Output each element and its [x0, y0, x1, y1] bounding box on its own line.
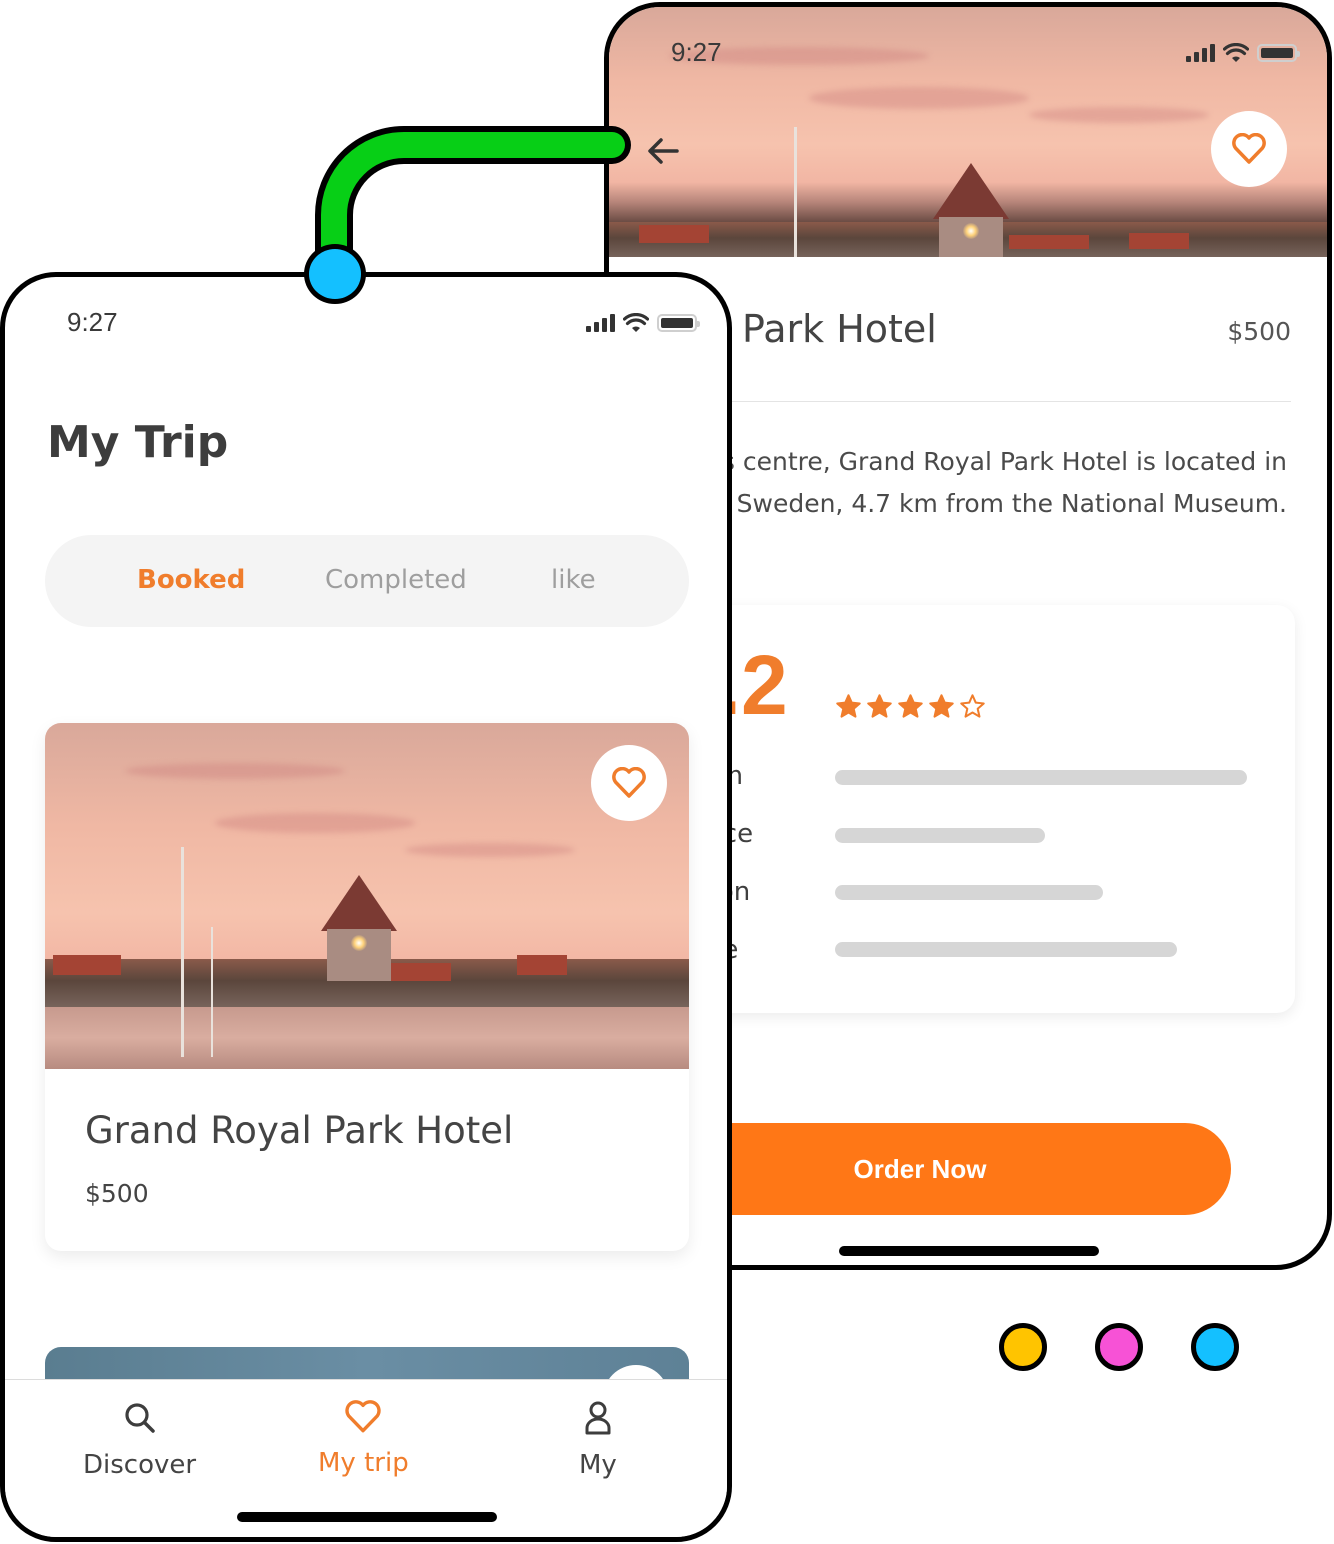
- cloud: [1029, 107, 1209, 123]
- cloud: [809, 87, 1029, 109]
- tab-like[interactable]: like: [551, 565, 596, 595]
- battery-icon: [657, 314, 700, 332]
- star-filled-icon: [929, 694, 954, 718]
- criterion-bar: [835, 770, 1247, 785]
- pagination-dot-yellow[interactable]: [999, 1323, 1047, 1371]
- star-filled-icon: [867, 694, 892, 718]
- nav-my-trip[interactable]: My trip: [318, 1400, 409, 1478]
- back-arrow-icon[interactable]: [645, 133, 681, 169]
- hotel-card[interactable]: Grand Royal Park Hotel $500: [45, 723, 689, 1251]
- tab-booked[interactable]: Booked: [137, 565, 245, 595]
- my-trip-screen: 9:27 My Trip Booked Completed like Grand…: [0, 272, 732, 1542]
- tab-completed[interactable]: Completed: [325, 565, 467, 595]
- house-roof: [1009, 235, 1089, 249]
- battery-icon: [1257, 44, 1300, 62]
- cloud: [405, 843, 575, 857]
- status-icons: [586, 313, 700, 333]
- description-wrapper: Featuring a fitness centre, Grand Royal …: [727, 441, 1287, 581]
- tower: [933, 163, 1009, 257]
- boat-mast: [794, 127, 797, 257]
- cloud: [125, 763, 345, 779]
- nav-label: My: [579, 1450, 617, 1480]
- boat-mast: [211, 927, 213, 1057]
- criterion-bar: [835, 942, 1177, 957]
- hotel-name: Grand Royal Park Hotel: [85, 1109, 514, 1152]
- heart-icon: [345, 1400, 381, 1433]
- favorite-button[interactable]: [591, 745, 667, 821]
- bottom-nav: Discover My trip My: [5, 1379, 727, 1537]
- heart-outline-icon: [612, 767, 646, 798]
- criterion-bar: [835, 828, 1045, 843]
- house-roof: [517, 955, 567, 975]
- tower: [321, 875, 397, 981]
- signal-icon: [1186, 44, 1215, 62]
- star-outline-icon: [960, 694, 985, 718]
- star-rating: [835, 693, 986, 720]
- heart-outline-icon: [1232, 133, 1266, 164]
- water: [45, 1007, 689, 1069]
- user-icon: [585, 1401, 611, 1435]
- pagination-dot-blue[interactable]: [1191, 1323, 1239, 1371]
- star-filled-icon: [898, 694, 923, 718]
- hotel-price: $500: [85, 1179, 149, 1208]
- home-indicator: [237, 1512, 497, 1522]
- search-icon: [124, 1403, 155, 1433]
- favorite-button[interactable]: [1211, 111, 1287, 187]
- criterion-bar: [835, 885, 1103, 900]
- nav-my[interactable]: My: [579, 1400, 617, 1480]
- connector-node: [304, 244, 366, 304]
- status-time: 9:27: [67, 307, 118, 337]
- hotel-price: $500: [1227, 317, 1291, 346]
- signal-icon: [586, 314, 615, 332]
- house-roof: [1129, 233, 1189, 249]
- home-indicator: [839, 1246, 1099, 1256]
- status-time: 9:27: [671, 37, 722, 67]
- nav-discover[interactable]: Discover: [83, 1400, 196, 1480]
- wifi-icon: [1223, 43, 1249, 62]
- boat-mast: [181, 847, 184, 1057]
- house-roof: [639, 225, 709, 243]
- status-icons: [1186, 43, 1300, 63]
- cloud: [215, 813, 415, 833]
- nav-label: My trip: [318, 1448, 409, 1478]
- nav-label: Discover: [83, 1450, 197, 1480]
- wifi-icon: [623, 313, 649, 332]
- page-title: My Trip: [47, 417, 229, 468]
- pagination-dot-pink[interactable]: [1095, 1323, 1143, 1371]
- hotel-description: Featuring a fitness centre, Grand Royal …: [727, 447, 1287, 518]
- trip-tabs: Booked Completed like: [45, 535, 689, 627]
- house-roof: [53, 955, 121, 975]
- star-filled-icon: [836, 694, 861, 718]
